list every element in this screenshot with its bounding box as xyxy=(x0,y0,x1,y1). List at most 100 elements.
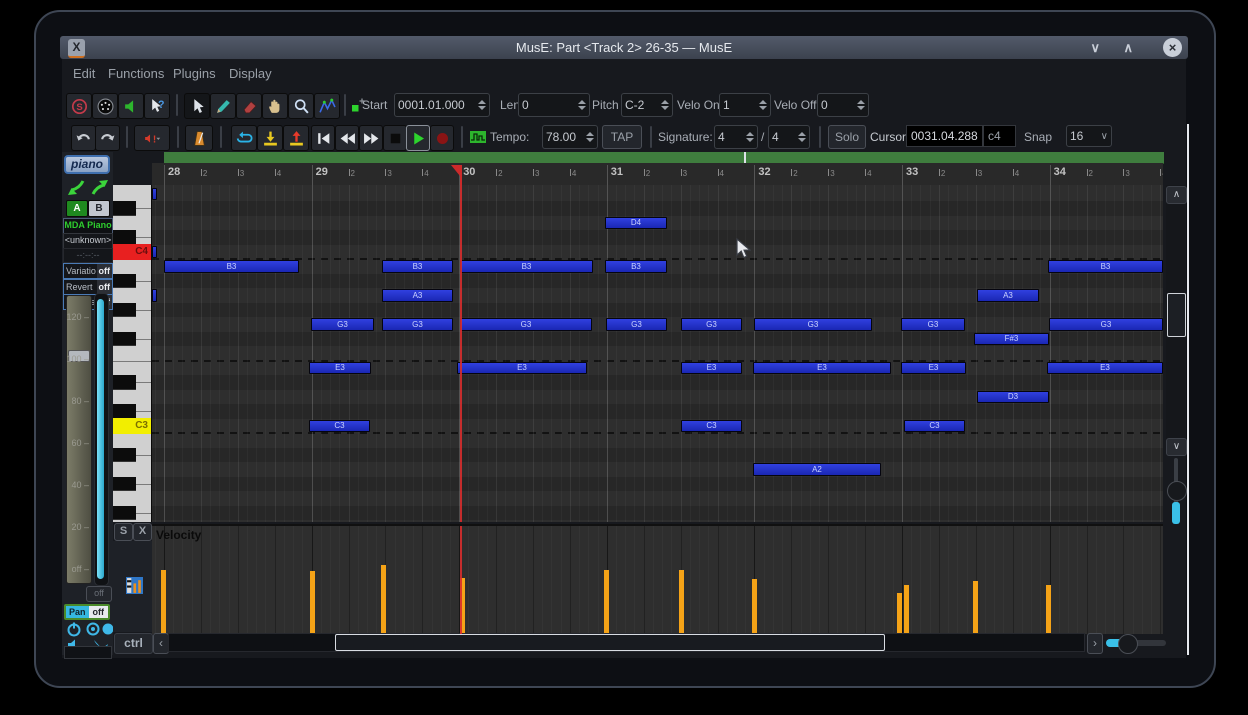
midi-note[interactable]: A3 xyxy=(977,289,1039,302)
panic-button[interactable]: ! xyxy=(134,125,170,151)
part-tab[interactable]: piano xyxy=(64,155,110,174)
midi-note[interactable]: B3 xyxy=(164,260,299,273)
midi-note[interactable]: G3 xyxy=(311,318,374,331)
prev-part-icon[interactable] xyxy=(66,178,86,197)
snap-dropdown[interactable]: 16∨ xyxy=(1066,125,1112,147)
c3-key[interactable]: C3 xyxy=(113,418,151,434)
black-key[interactable] xyxy=(113,404,136,419)
c4-key[interactable]: C4 xyxy=(113,244,151,260)
black-key[interactable] xyxy=(113,274,136,289)
timeline-ruler[interactable]: 28234292343023431234322343323434234 xyxy=(152,163,1163,186)
vscroll-down-icon[interactable]: ∨ xyxy=(1166,438,1187,456)
black-key[interactable] xyxy=(113,303,136,318)
velocity-bar[interactable] xyxy=(161,570,166,634)
sig-den-field[interactable]: 4 xyxy=(768,125,810,149)
sig-den-field-spinner[interactable] xyxy=(798,132,806,142)
midi-note[interactable]: E3 xyxy=(309,362,371,375)
midi-note[interactable]: E3 xyxy=(901,362,966,375)
hscroll-right-icon[interactable]: › xyxy=(1087,633,1103,654)
keyboard-solo-button[interactable]: S xyxy=(114,523,133,541)
vscroll-thumb[interactable] xyxy=(1167,293,1186,337)
velocity-bar[interactable] xyxy=(381,565,386,634)
black-key[interactable] xyxy=(113,201,136,216)
velocity-bar[interactable] xyxy=(752,579,757,634)
midi-note[interactable]: D3 xyxy=(977,391,1049,404)
field-pitch[interactable]: C-2 xyxy=(621,93,673,117)
black-key[interactable] xyxy=(113,448,136,463)
black-key[interactable] xyxy=(113,506,136,521)
midi-note[interactable]: G3 xyxy=(382,318,453,331)
midi-note[interactable]: E3 xyxy=(457,362,587,375)
midi-note[interactable]: A2 xyxy=(753,463,881,476)
midi-note[interactable]: F#3 xyxy=(974,333,1049,346)
piano-keyboard[interactable]: C4 C3 xyxy=(113,185,153,522)
controller-icon[interactable] xyxy=(126,577,143,594)
vzoom-fill[interactable] xyxy=(1172,502,1180,524)
field-velo_off-spinner[interactable] xyxy=(857,100,865,110)
metronome-button[interactable] xyxy=(185,125,213,151)
midi-note[interactable]: E3 xyxy=(753,362,891,375)
midi-note[interactable]: B3 xyxy=(382,260,453,273)
send-row-revert[interactable]: Revertoff xyxy=(63,279,113,295)
hscroll-left-icon[interactable]: ‹ xyxy=(153,633,169,654)
field-start-spinner[interactable] xyxy=(478,100,486,110)
midi-note[interactable]: G3 xyxy=(681,318,742,331)
tap-button[interactable]: TAP xyxy=(602,125,642,149)
undo-button[interactable] xyxy=(71,125,96,151)
pencil-tool-button[interactable] xyxy=(210,93,236,119)
velocity-bar[interactable] xyxy=(679,570,684,634)
midi-note[interactable]: B3 xyxy=(460,260,593,273)
midi-note[interactable]: D4 xyxy=(605,217,667,230)
midi-note-fragment[interactable] xyxy=(152,188,157,201)
velocity-bar[interactable] xyxy=(310,571,315,634)
tempo-field[interactable]: 78.00 xyxy=(542,125,598,149)
part-b-button[interactable]: B xyxy=(88,200,110,217)
off-button[interactable]: off xyxy=(86,586,112,602)
hzoom-knob[interactable] xyxy=(1118,634,1138,654)
close-icon[interactable]: × xyxy=(1163,38,1182,57)
send-row-variatio[interactable]: Variatiooff xyxy=(63,263,113,279)
eraser-tool-button[interactable] xyxy=(236,93,262,119)
zoom-tool-button[interactable] xyxy=(288,93,314,119)
velocity-bar[interactable] xyxy=(1046,585,1051,634)
splitter-line[interactable] xyxy=(1187,124,1189,655)
midi-note-fragment[interactable] xyxy=(152,246,157,259)
tempo-field-spinner[interactable] xyxy=(586,132,594,142)
redo-button[interactable] xyxy=(95,125,120,151)
titlebar[interactable]: X MusE: Part <Track 2> 26-35 — MusE ∨ ∧ … xyxy=(60,36,1188,59)
black-key[interactable] xyxy=(113,230,136,245)
next-part-icon[interactable] xyxy=(90,178,110,197)
scale-handle[interactable] xyxy=(68,350,90,362)
midi-note[interactable]: C3 xyxy=(681,420,742,433)
midi-note[interactable]: G3 xyxy=(606,318,667,331)
whats-this-button[interactable]: ? xyxy=(144,93,170,119)
hscroll-thumb[interactable] xyxy=(335,634,885,651)
instrument-name[interactable]: MDA Piano xyxy=(63,218,113,234)
midi-note[interactable]: A3 xyxy=(382,289,453,302)
midi-note[interactable]: E3 xyxy=(1047,362,1163,375)
rewind-button[interactable] xyxy=(335,125,359,151)
sig-num-field[interactable]: 4 xyxy=(714,125,758,149)
patch-name[interactable]: <unknown> xyxy=(63,233,113,249)
pan-tool-button[interactable] xyxy=(262,93,288,119)
midi-note[interactable]: B3 xyxy=(605,260,667,273)
vscroll-up-icon[interactable]: ∧ xyxy=(1166,186,1187,204)
punch-out-button[interactable] xyxy=(283,125,309,151)
power-icon[interactable] xyxy=(66,621,82,637)
field-len[interactable]: 0 xyxy=(518,93,590,117)
forward-button[interactable] xyxy=(359,125,383,151)
velocity-bar[interactable] xyxy=(973,581,978,634)
midi-note[interactable]: G3 xyxy=(1049,318,1163,331)
loop-button[interactable] xyxy=(231,125,257,151)
velocity-bar[interactable] xyxy=(904,585,909,634)
play-button[interactable] xyxy=(406,125,430,151)
sig-num-field-spinner[interactable] xyxy=(746,132,754,142)
menu-display[interactable]: Display xyxy=(229,59,272,88)
ctrl-button[interactable]: ctrl xyxy=(114,633,153,654)
midi-note[interactable]: C3 xyxy=(904,420,965,433)
record-button[interactable] xyxy=(430,125,454,151)
skip-start-button[interactable] xyxy=(311,125,335,151)
field-velo_on[interactable]: 1 xyxy=(719,93,771,117)
stop-button[interactable] xyxy=(383,125,407,151)
midi-note-fragment[interactable] xyxy=(152,289,157,302)
